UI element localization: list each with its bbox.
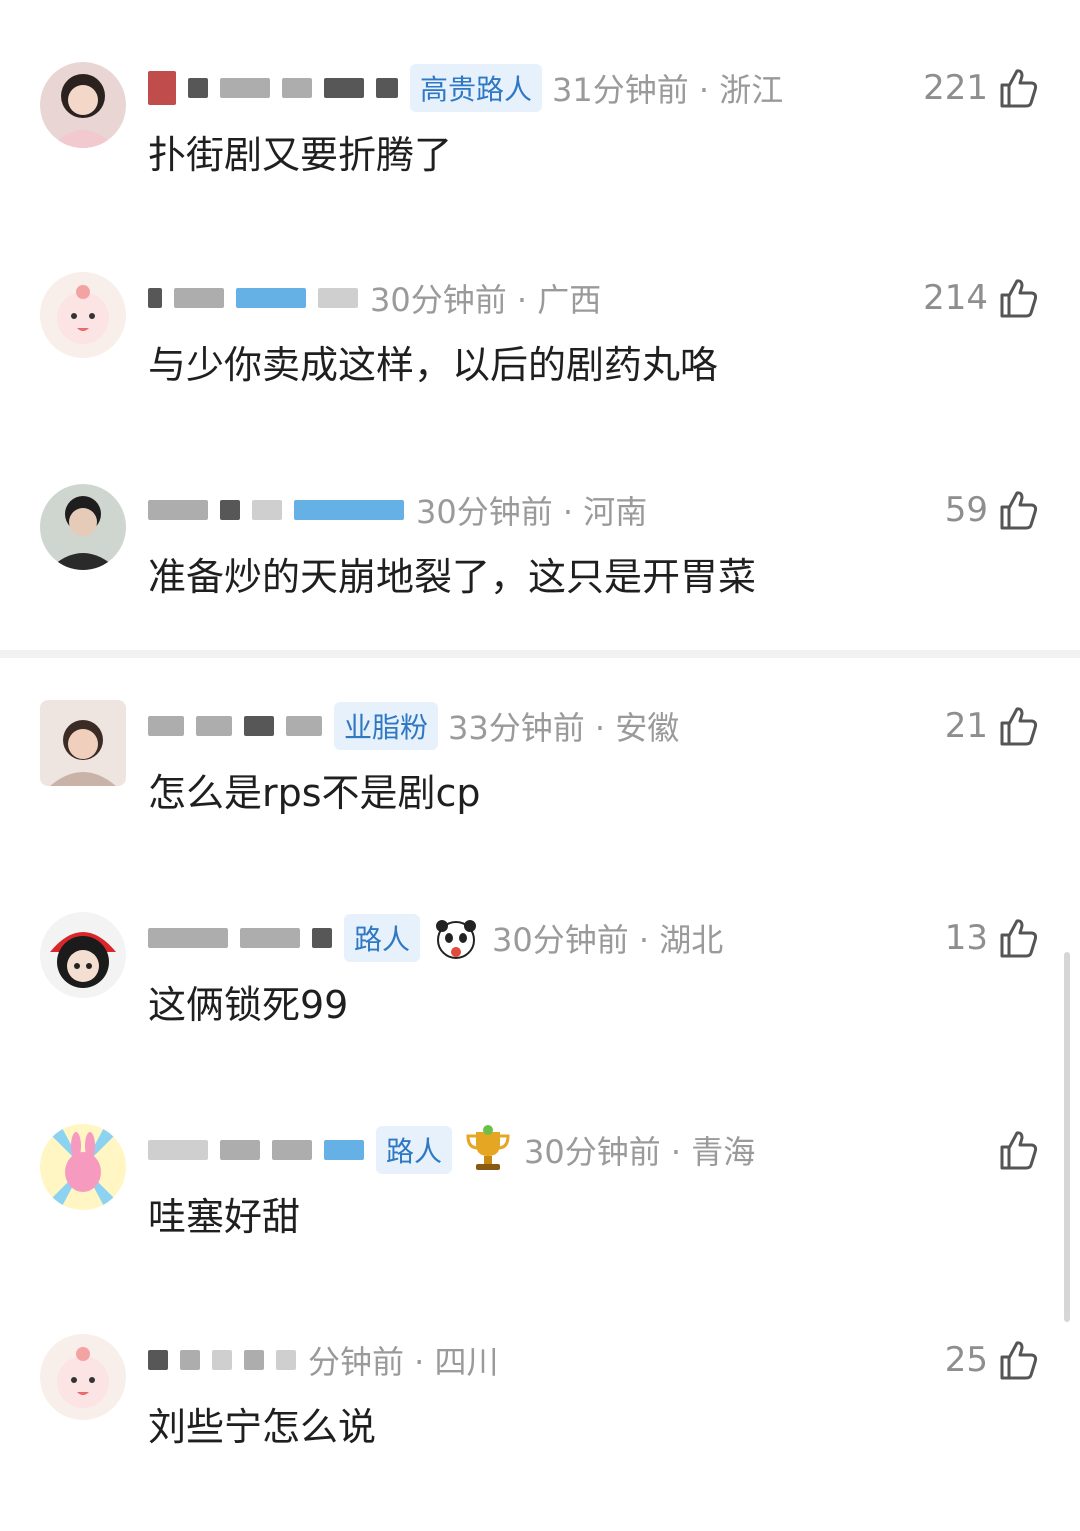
avatar[interactable]	[40, 912, 126, 998]
comment-text: 刘些宁怎么说	[148, 1405, 377, 1449]
username-blur	[220, 1140, 260, 1160]
username-blur	[148, 928, 228, 948]
username-blur	[148, 1350, 168, 1370]
username-blur	[318, 288, 358, 308]
like-button[interactable]: 59	[945, 484, 1040, 536]
like-button[interactable]: 21	[945, 700, 1040, 752]
thumbs-up-icon	[996, 1338, 1040, 1382]
username-blur	[244, 716, 274, 736]
scrollbar[interactable]	[1064, 952, 1070, 1322]
avatar[interactable]	[40, 62, 126, 148]
username-blur[interactable]	[148, 71, 176, 105]
time-location: 31分钟前 · 浙江	[552, 71, 784, 109]
user-badge: 路人	[344, 914, 421, 962]
username-blur	[196, 716, 232, 736]
thumbs-up-icon	[996, 66, 1040, 110]
thumbs-up-icon	[996, 488, 1040, 532]
like-button[interactable]: 25	[945, 1334, 1040, 1386]
username-blur	[294, 500, 404, 520]
username-blur	[240, 928, 300, 948]
thumbs-up-icon	[996, 916, 1040, 960]
comment-meta: 30分钟前 · 广西	[148, 272, 601, 324]
comment-meta: 30分钟前 · 河南	[148, 484, 647, 536]
username-blur	[282, 78, 312, 98]
thumbs-up-icon	[996, 1128, 1040, 1172]
comment-text: 与少你卖成这样，以后的剧药丸咯	[148, 343, 719, 387]
username-blur	[180, 1350, 200, 1370]
username-blur	[324, 1140, 364, 1160]
username-blur	[312, 928, 332, 948]
user-badge: 业脂粉	[334, 702, 439, 750]
time-location: 分钟前 · 四川	[308, 1343, 499, 1381]
section-divider	[0, 650, 1080, 658]
user-badge: 高贵路人	[410, 64, 543, 112]
avatar[interactable]	[40, 1334, 126, 1420]
time-location: 30分钟前 · 湖北	[492, 921, 724, 959]
avatar[interactable]	[40, 272, 126, 358]
username-blur	[236, 288, 306, 308]
comment-text: 扑街剧又要折腾了	[148, 133, 453, 177]
username-blur	[286, 716, 322, 736]
username-blur	[148, 1140, 208, 1160]
user-badge: 路人	[376, 1126, 453, 1174]
avatar[interactable]	[40, 1124, 126, 1210]
username-blur	[212, 1350, 232, 1370]
comment-meta: 业脂粉 33分钟前 · 安徽	[148, 700, 679, 752]
username-blur	[244, 1350, 264, 1370]
username-blur	[148, 288, 162, 308]
username-blur	[276, 1350, 296, 1370]
panda-icon	[430, 912, 482, 964]
like-count: 13	[944, 918, 988, 958]
username-blur	[252, 500, 282, 520]
thumbs-up-icon	[996, 276, 1040, 320]
comment-text: 怎么是rps不是剧cp	[148, 771, 481, 815]
avatar[interactable]	[40, 484, 126, 570]
comment-meta: 路人 30分钟前 · 青海	[148, 1124, 755, 1176]
like-count: 25	[944, 1340, 988, 1380]
comment-meta: 分钟前 · 四川	[148, 1334, 499, 1386]
username-blur	[220, 78, 270, 98]
username-blur	[188, 78, 208, 98]
like-count: 21	[944, 706, 988, 746]
comment-text: 哇塞好甜	[148, 1195, 301, 1239]
comment-meta: 路人 30分钟前 · 湖北	[148, 912, 723, 964]
time-location: 30分钟前 · 广西	[370, 281, 602, 319]
time-location: 33分钟前 · 安徽	[448, 709, 680, 747]
username-blur	[376, 78, 398, 98]
username-blur	[220, 500, 240, 520]
username-blur	[324, 78, 364, 98]
username-blur	[148, 500, 208, 520]
like-button[interactable]	[988, 1124, 1040, 1176]
username-blur	[148, 716, 184, 736]
like-count: 59	[944, 490, 988, 530]
trophy-icon	[462, 1124, 514, 1176]
like-count: 221	[923, 68, 988, 108]
avatar[interactable]	[40, 700, 126, 786]
like-count: 214	[923, 278, 988, 318]
username-blur	[174, 288, 224, 308]
like-button[interactable]: 214	[923, 272, 1040, 324]
thumbs-up-icon	[996, 704, 1040, 748]
username-blur	[272, 1140, 312, 1160]
like-button[interactable]: 13	[945, 912, 1040, 964]
time-location: 30分钟前 · 青海	[524, 1133, 756, 1171]
like-button[interactable]: 221	[923, 62, 1040, 114]
comment-text: 准备炒的天崩地裂了，这只是开胃菜	[148, 555, 757, 599]
time-location: 30分钟前 · 河南	[416, 493, 648, 531]
comment-text: 这俩锁死99	[148, 983, 349, 1027]
comment-meta: 高贵路人 31分钟前 · 浙江	[148, 62, 783, 114]
